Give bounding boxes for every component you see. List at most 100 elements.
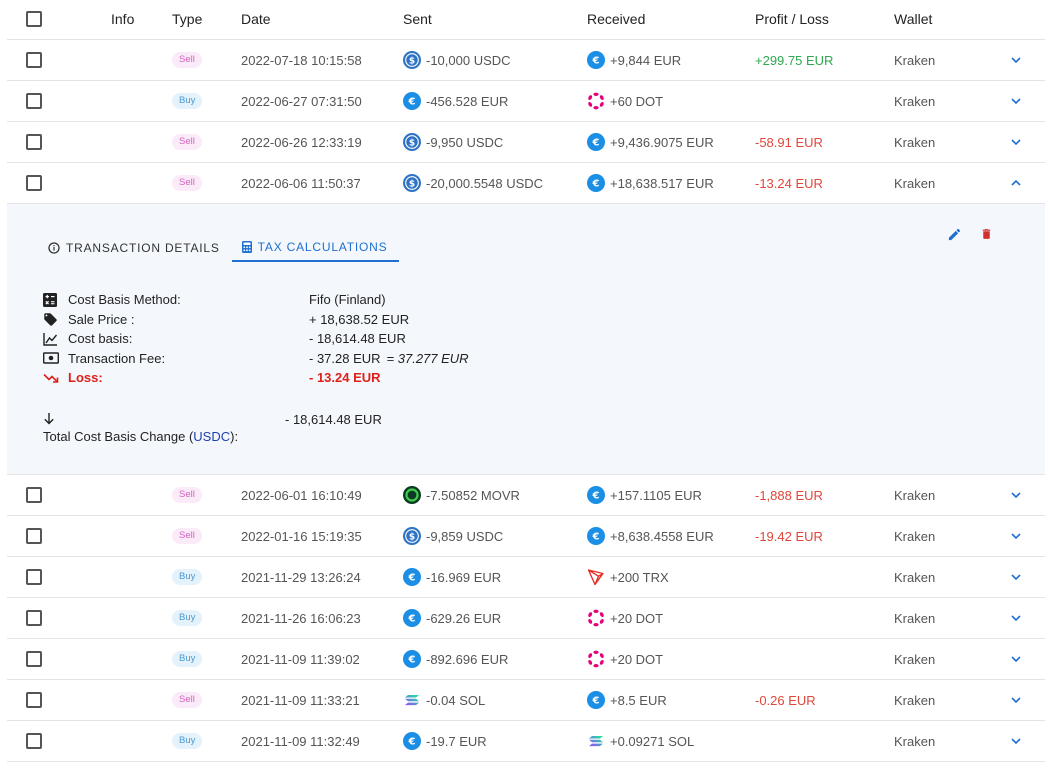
header-profit-loss[interactable]: Profit / Loss [755, 0, 829, 39]
table-row[interactable]: Buy 2021-11-09 11:32:49 € -19.7 EUR +0.09271… [7, 721, 1045, 762]
chevron-down-icon[interactable] [1010, 489, 1022, 501]
eur-coin-icon: € [587, 486, 605, 504]
header-info[interactable]: Info [111, 0, 134, 39]
row-checkbox[interactable] [26, 610, 42, 626]
row-checkbox[interactable] [26, 175, 42, 191]
chevron-down-icon[interactable] [1010, 735, 1022, 747]
trx-coin-icon [587, 568, 605, 586]
eur-coin-icon: € [403, 609, 421, 627]
table-row[interactable]: Sell 2022-06-01 16:10:49 -7.50852 MOVR € +15… [7, 475, 1045, 516]
type-badge: Buy [172, 610, 203, 626]
eur-coin-icon: € [403, 732, 421, 750]
usdc-link[interactable]: USDC [193, 429, 230, 444]
select-all-checkbox[interactable] [26, 10, 42, 27]
cost-basis-value: - 18,614.48 EUR [309, 331, 406, 347]
sol-coin-icon [587, 732, 605, 750]
type-badge: Sell [172, 52, 202, 68]
chevron-down-icon[interactable] [1010, 136, 1022, 148]
delete-trash-icon[interactable] [980, 227, 993, 245]
svg-text:€: € [592, 138, 600, 149]
table-row[interactable]: Sell 2022-06-06 11:50:37 $ -20,000.5548 USD… [7, 163, 1045, 204]
header-sent[interactable]: Sent [403, 0, 432, 39]
received-amount-text: +20 DOT [610, 651, 664, 667]
sent-amount: € -629.26 EUR [403, 609, 501, 627]
received-amount-text: +0.09271 SOL [610, 733, 695, 749]
wallet-name: Kraken [894, 528, 936, 544]
eur-coin-icon: € [403, 568, 421, 586]
tab-tax-calculations[interactable]: TAX CALCULATIONS [231, 233, 400, 262]
header-wallet[interactable]: Wallet [894, 0, 932, 39]
sent-amount: $ -9,950 USDC [403, 133, 503, 151]
chevron-down-icon[interactable] [1010, 95, 1022, 107]
header-date[interactable]: Date [241, 0, 271, 39]
table-row[interactable]: Sell 2022-07-18 10:15:58 $ -10,000 USDC € +9,… [7, 40, 1045, 81]
chevron-down-icon[interactable] [1010, 530, 1022, 542]
transaction-date: 2022-06-06 11:50:37 [241, 175, 361, 191]
row-checkbox[interactable] [26, 93, 42, 109]
received-amount: € +9,844 EUR [587, 51, 681, 69]
type-badge: Sell [172, 692, 202, 708]
header-received[interactable]: Received [587, 0, 645, 39]
chevron-down-icon[interactable] [1010, 571, 1022, 583]
sent-amount-text: -16.969 EUR [426, 569, 502, 585]
arrow-down-icon [43, 412, 238, 429]
row-checkbox[interactable] [26, 692, 42, 708]
row-checkbox[interactable] [26, 52, 42, 68]
sent-amount: -0.04 SOL [403, 691, 485, 709]
row-checkbox[interactable] [26, 134, 42, 150]
received-amount: +0.09271 SOL [587, 732, 694, 750]
row-checkbox[interactable] [26, 733, 42, 749]
type-badge: Buy [172, 733, 203, 749]
trending-down-icon [43, 372, 61, 384]
edit-pencil-icon[interactable] [947, 227, 962, 245]
sent-amount: $ -20,000.5548 USDC [403, 174, 543, 192]
row-checkbox[interactable] [26, 528, 42, 544]
usdc-coin-icon: $ [403, 174, 421, 192]
chevron-up-icon[interactable] [1010, 177, 1022, 189]
tab-transaction-details[interactable]: TRANSACTION DETAILS [42, 233, 232, 262]
type-badge: Sell [172, 175, 202, 191]
eur-coin-icon: € [403, 92, 421, 110]
chevron-down-icon[interactable] [1010, 694, 1022, 706]
dot-coin-icon [587, 650, 605, 668]
total-cost-basis-change: Total Cost Basis Change (USDC): [43, 412, 238, 444]
table-row[interactable]: Sell 2022-06-26 12:33:19 $ -9,950 USDC € +9,4… [7, 122, 1045, 163]
movr-coin-icon [403, 486, 421, 504]
type-badge: Sell [172, 487, 202, 503]
table-row[interactable]: Sell 2022-01-16 15:19:35 $ -9,859 USDC € +8,6… [7, 516, 1045, 557]
sale-price-label: Sale Price : [68, 311, 135, 327]
wallet-name: Kraken [894, 134, 936, 150]
received-amount-text: +18,638.517 EUR [610, 175, 714, 191]
row-checkbox[interactable] [26, 487, 42, 503]
wallet-name: Kraken [894, 93, 936, 109]
transaction-fee-exact: = 37.277 EUR [386, 350, 469, 366]
wallet-name: Kraken [894, 733, 936, 749]
sent-amount-text: -9,859 USDC [426, 528, 504, 544]
chevron-down-icon[interactable] [1010, 54, 1022, 66]
sent-amount-text: -20,000.5548 USDC [426, 175, 544, 191]
transactions-table-continued: Sell 2022-06-01 16:10:49 -7.50852 MOVR € +15… [7, 475, 1045, 762]
table-row[interactable]: Buy 2021-11-09 11:39:02 € -892.696 EUR +20 D… [7, 639, 1045, 680]
wallet-name: Kraken [894, 610, 936, 626]
chevron-down-icon[interactable] [1010, 653, 1022, 665]
chevron-down-icon[interactable] [1010, 612, 1022, 624]
dot-coin-icon [587, 92, 605, 110]
received-amount: +60 DOT [587, 92, 663, 110]
header-type[interactable]: Type [172, 0, 202, 39]
eur-coin-icon: € [403, 650, 421, 668]
details-actions [947, 227, 993, 245]
transaction-date: 2021-11-09 11:39:02 [241, 651, 360, 667]
type-badge: Buy [172, 93, 203, 109]
table-row[interactable]: Sell 2021-11-09 11:33:21 -0.04 SOL € +8.5 EU… [7, 680, 1045, 721]
transaction-date: 2021-11-09 11:33:21 [241, 692, 360, 708]
table-row[interactable]: Buy 2022-06-27 07:31:50 € -456.528 EUR +60 D… [7, 81, 1045, 122]
sol-coin-icon [403, 691, 421, 709]
row-checkbox[interactable] [26, 651, 42, 667]
row-checkbox[interactable] [26, 569, 42, 585]
received-amount: € +8,638.4558 EUR [587, 527, 714, 545]
calculator-icon [241, 240, 252, 253]
type-badge: Buy [172, 569, 203, 585]
type-badge: Buy [172, 651, 203, 667]
table-row[interactable]: Buy 2021-11-29 13:26:24 € -16.969 EUR +200 T… [7, 557, 1045, 598]
table-row[interactable]: Buy 2021-11-26 16:06:23 € -629.26 EUR +20 DO… [7, 598, 1045, 639]
